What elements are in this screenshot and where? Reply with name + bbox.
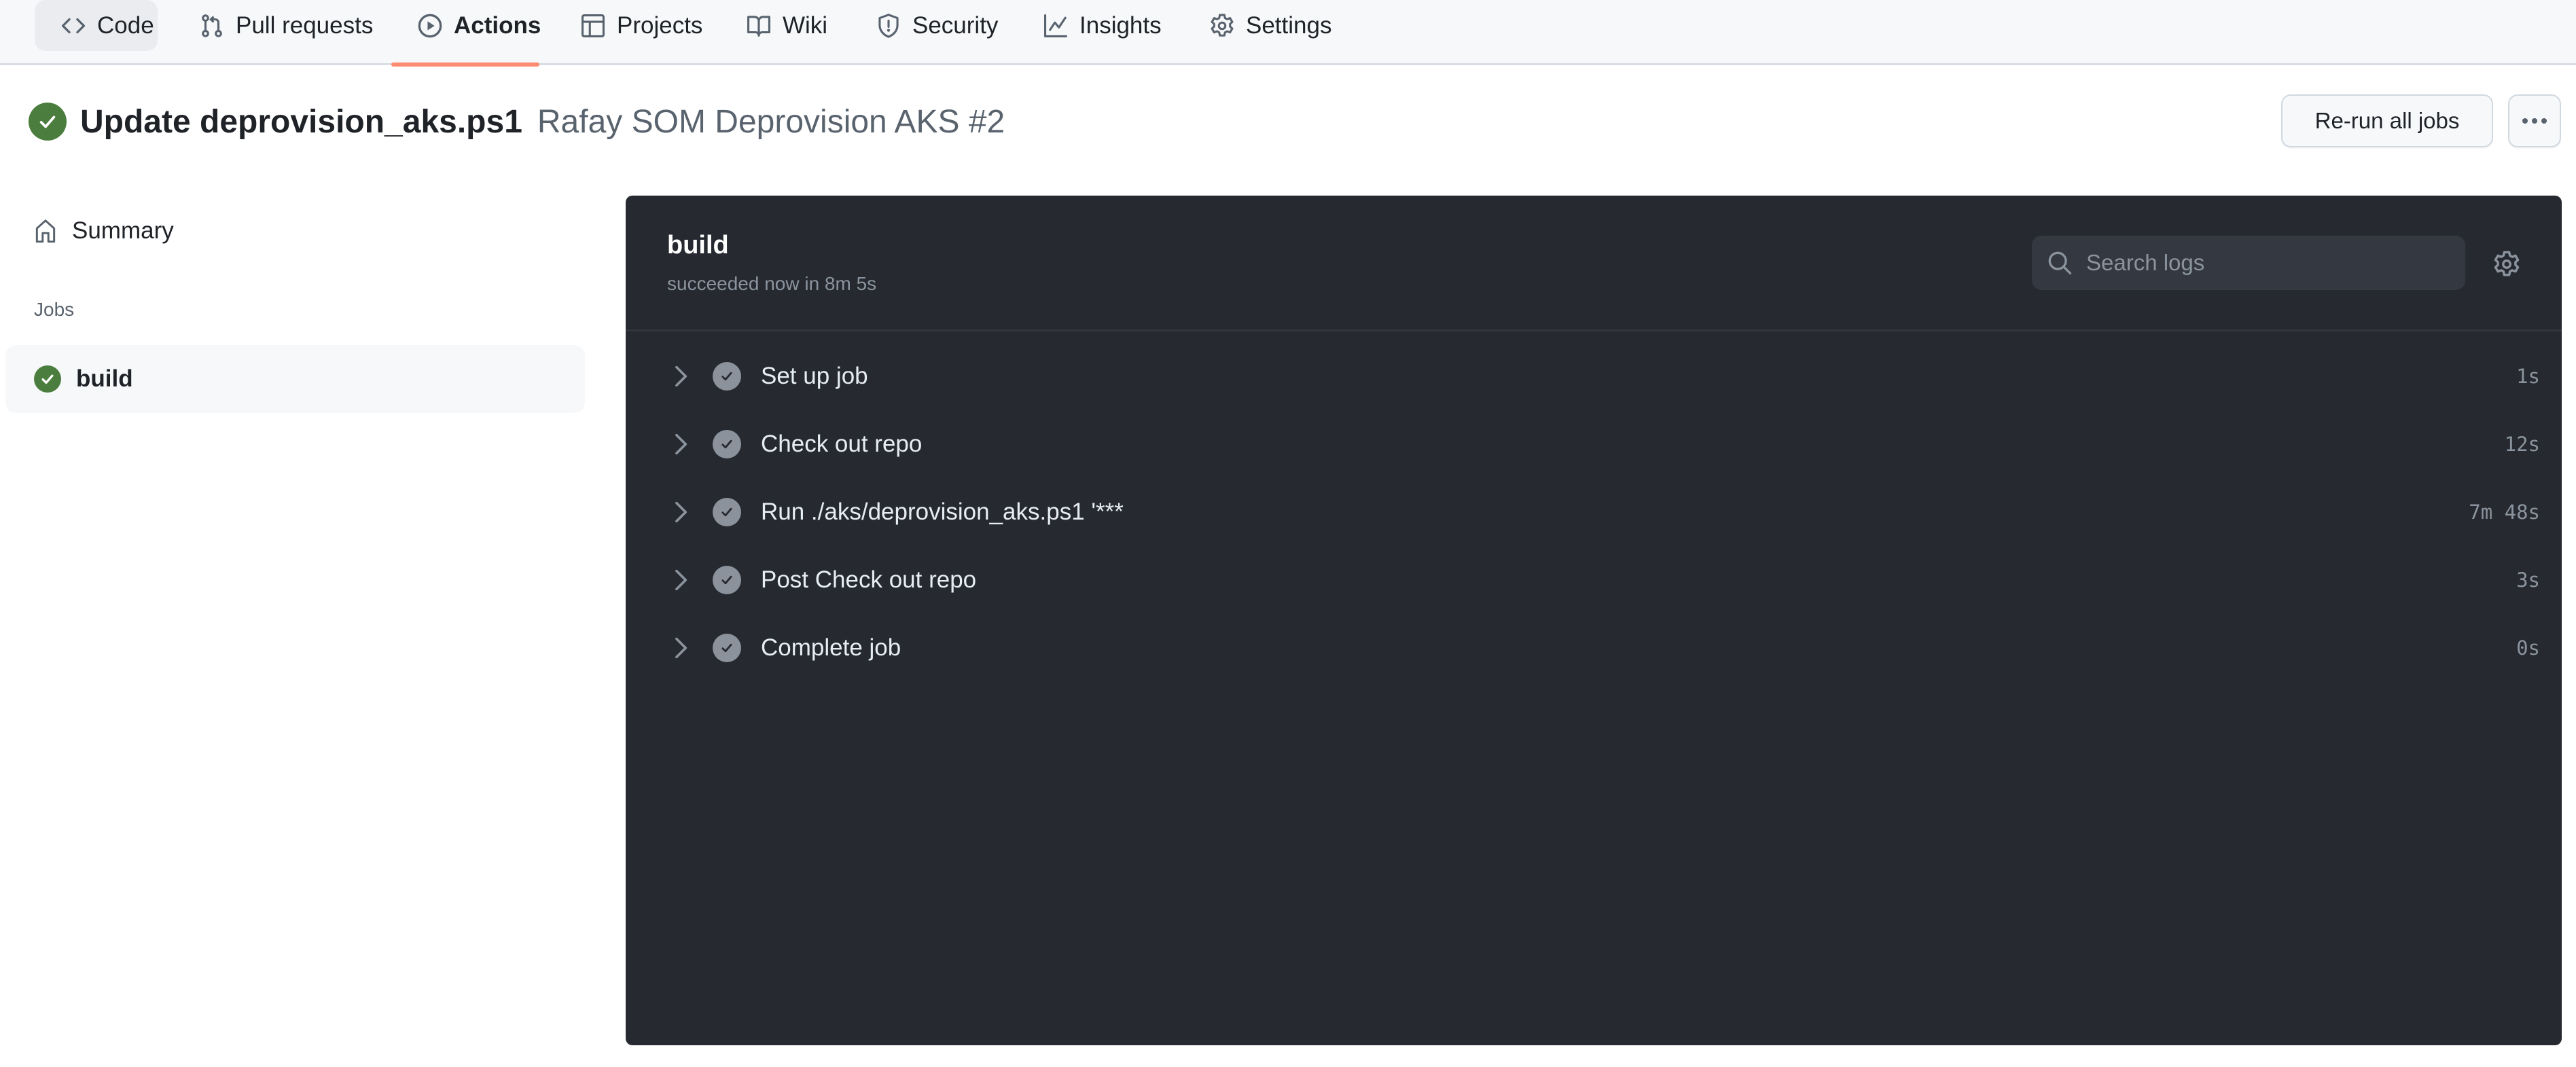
success-status-icon	[29, 103, 67, 141]
tab-actions[interactable]: Actions	[391, 0, 553, 51]
repo-nav: Code Pull requests Actions Projects Wiki…	[0, 0, 2576, 67]
step-label: Set up job	[761, 363, 868, 389]
sidebar-job-build[interactable]: build	[5, 345, 585, 413]
tab-label: Code	[97, 12, 154, 39]
tab-wiki[interactable]: Wiki	[720, 0, 840, 51]
step-label: Run ./aks/deprovision_aks.ps1 '***	[761, 499, 1124, 525]
step-success-icon	[713, 634, 741, 662]
step-list: Set up job 1s Check out repo 12s Run ./a…	[626, 342, 2562, 682]
chevron-right-icon[interactable]	[672, 501, 690, 524]
step-duration: 0s	[2516, 636, 2540, 659]
tab-label: Wiki	[783, 12, 828, 39]
search-icon	[2047, 250, 2073, 276]
success-status-icon	[34, 365, 61, 393]
rerun-all-jobs-button[interactable]: Re-run all jobs	[2281, 94, 2493, 147]
code-icon	[60, 13, 86, 39]
chevron-right-icon[interactable]	[672, 636, 690, 659]
play-icon	[417, 13, 443, 39]
step-success-icon	[713, 362, 741, 391]
step-row[interactable]: Set up job 1s	[626, 342, 2562, 410]
step-row[interactable]: Post Check out repo 3s	[626, 546, 2562, 614]
tab-label: Settings	[1246, 12, 1332, 39]
step-row[interactable]: Run ./aks/deprovision_aks.ps1 '*** 7m 48…	[626, 478, 2562, 546]
book-icon	[746, 13, 772, 39]
more-options-button[interactable]	[2508, 94, 2561, 147]
tab-settings[interactable]: Settings	[1183, 0, 1344, 51]
step-success-icon	[713, 566, 741, 594]
step-label: Post Check out repo	[761, 566, 977, 593]
gear-icon	[1209, 13, 1235, 39]
tab-label: Projects	[617, 12, 703, 39]
step-row[interactable]: Check out repo 12s	[626, 410, 2562, 478]
shield-icon	[876, 13, 901, 39]
search-logs-field[interactable]	[2032, 236, 2465, 290]
step-row[interactable]: Complete job 0s	[626, 614, 2562, 682]
git-pull-request-icon	[199, 13, 225, 39]
chevron-right-icon[interactable]	[672, 433, 690, 456]
tab-label: Insights	[1079, 12, 1162, 39]
tab-insights[interactable]: Insights	[1017, 0, 1174, 51]
home-icon	[34, 218, 57, 244]
job-header: build succeeded now in 8m 5s	[626, 196, 2562, 331]
graph-icon	[1043, 13, 1069, 39]
chevron-right-icon[interactable]	[672, 365, 690, 388]
job-status-text: succeeded now in 8m 5s	[667, 273, 877, 294]
step-label: Complete job	[761, 634, 901, 661]
sidebar-item-summary[interactable]: Summary	[7, 207, 585, 255]
tab-label: Actions	[454, 12, 541, 39]
log-settings-button[interactable]	[2490, 248, 2523, 281]
tab-security[interactable]: Security	[850, 0, 1010, 51]
job-title: build	[667, 231, 729, 259]
tab-label: Pull requests	[236, 12, 374, 39]
step-success-icon	[713, 498, 741, 526]
tab-label: Security	[912, 12, 999, 39]
step-duration: 1s	[2516, 365, 2540, 388]
jobs-heading: Jobs	[34, 299, 75, 320]
run-title: Update deprovision_aks.ps1	[80, 103, 522, 140]
step-label: Check out repo	[761, 431, 923, 457]
run-header: Update deprovision_aks.ps1 Rafay SOM Dep…	[29, 101, 1005, 143]
step-duration: 3s	[2516, 568, 2540, 592]
sidebar-item-label: Summary	[72, 217, 174, 244]
active-tab-indicator	[391, 62, 539, 67]
search-logs-input[interactable]	[2086, 250, 2453, 276]
tab-pull-requests[interactable]: Pull requests	[173, 0, 385, 51]
chevron-right-icon[interactable]	[672, 568, 690, 592]
workflow-name: Rafay SOM Deprovision AKS #2	[537, 103, 1005, 140]
step-success-icon	[713, 430, 741, 458]
tab-code[interactable]: Code	[35, 0, 158, 51]
step-duration: 12s	[2504, 433, 2540, 456]
job-name: build	[76, 365, 133, 392]
table-icon	[580, 13, 606, 39]
job-log-panel: build succeeded now in 8m 5s Set up job …	[626, 196, 2562, 1045]
gear-icon	[2492, 250, 2521, 278]
tab-projects[interactable]: Projects	[554, 0, 715, 51]
kebab-horizontal-icon	[2521, 117, 2548, 125]
step-duration: 7m 48s	[2469, 501, 2540, 524]
